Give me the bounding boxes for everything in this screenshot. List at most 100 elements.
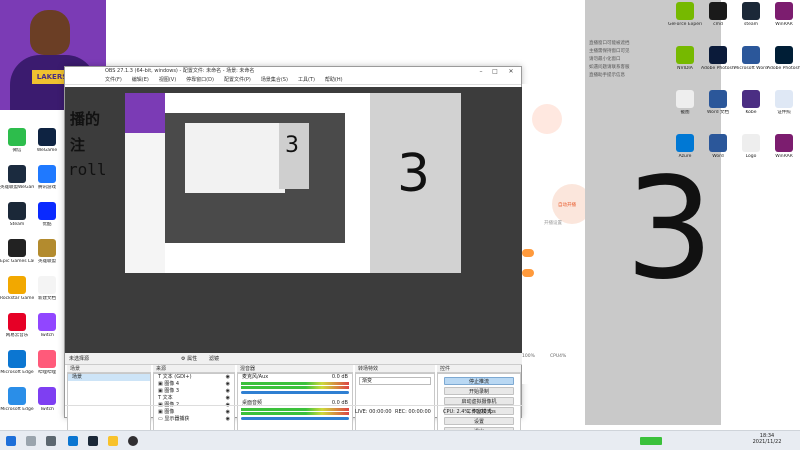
desktop-icon-label: 微信 [12,148,22,153]
auto-live-label[interactable]: 自动开播 [558,202,576,208]
eye-icon[interactable]: ◉ [226,381,230,388]
eye-icon[interactable]: ◉ [226,416,230,423]
volume-slider[interactable] [241,391,349,394]
desktop-icon[interactable]: Logo [734,134,768,159]
app-icon [38,276,56,294]
menu-item[interactable]: 编辑(E) [132,77,149,83]
app-icon [742,134,760,152]
desktop-icon[interactable]: 哔哩哔哩 [30,350,64,375]
desktop-icon[interactable]: Adobe Photoshop [767,46,800,71]
desktop-icon[interactable]: Microsoft Edge [0,350,34,375]
eye-icon[interactable]: ◉ [226,388,230,395]
desktop-icon[interactable]: Kobe [734,90,768,115]
taskview-icon[interactable] [46,436,56,446]
obs-icon[interactable] [128,436,138,446]
notice-line: 主播需保持窗口可见 [589,49,630,54]
chat-tag-1 [522,249,534,257]
chat-stat2: CPU4% [550,354,567,359]
desktop-icon[interactable]: WinRAR [767,134,800,159]
desktop-icon[interactable]: Rockstar Games Launcher [0,276,34,301]
menu-item[interactable]: 工具(T) [298,77,315,83]
volume-slider[interactable] [241,417,349,420]
control-button[interactable]: 设置 [444,417,514,425]
overlay-line2: 注 [70,136,86,154]
desktop-icon[interactable]: Twitch [30,313,64,338]
eye-icon[interactable]: ◉ [226,374,230,381]
obs-preview[interactable]: 3 3 [65,87,523,353]
edge-icon[interactable] [68,436,78,446]
steam-icon[interactable] [88,436,98,446]
obs-title-bar[interactable]: OBS 27.1.3 (64-bit, windows) - 配置文件: 未命名… [65,67,521,76]
desktop-icon[interactable]: WinRAR [767,2,800,27]
desktop-icon[interactable]: Steam [0,202,34,227]
transition-select[interactable]: 渐变 [359,377,431,385]
desktop-icon[interactable]: 英雄联盟 [30,239,64,264]
clock[interactable]: 18:34 2021/11/22 [752,433,782,445]
desktop-icon[interactable]: GeForce Experience [668,2,702,27]
desktop-icon[interactable]: Epic Games Launcher [0,239,34,264]
desktop-icon[interactable]: 网易云音乐 [0,313,34,338]
volume-meter [241,386,349,389]
menu-item[interactable]: 文件(F) [105,77,122,83]
menu-item[interactable]: 停靠窗口(D) [186,77,214,83]
app-icon [742,90,760,108]
desktop-icon-label: Twitch [39,333,55,338]
desktop-icon[interactable]: WeGame [30,128,64,153]
desktop-icon[interactable]: Microsoft Word [734,46,768,71]
control-button[interactable]: 启动虚拟摄像机 [444,397,514,405]
desktop-icon[interactable]: 英雄联盟WeGame [0,165,34,190]
scene-item[interactable]: 场景 [68,374,150,381]
desktop-icon[interactable]: Azure [668,134,702,159]
source-item[interactable]: T 文本 (GDI+) ◉ [154,374,234,381]
source-name: 文本 (GDI+) [162,374,192,380]
desktop-icon[interactable]: cmd [701,2,735,27]
desktop-icon[interactable]: 微信 [0,128,34,153]
desktop-icon-label: Adobe Photoshop [701,66,735,71]
menu-item[interactable]: 帮助(H) [325,77,343,83]
battery-icon[interactable] [640,437,662,445]
preview-canvas: 3 3 [125,93,461,273]
filters-button[interactable]: 滤镜 [209,355,219,362]
app-icon [8,165,26,183]
properties-button[interactable]: ⚙ 属性 [181,355,197,362]
maximize-icon[interactable]: □ [489,67,501,76]
desktop-icon[interactable]: Word [701,134,735,159]
menu-item[interactable]: 视图(V) [159,77,176,83]
source-item[interactable]: ▣ 图像 4 ◉ [154,381,234,388]
desktop-icon[interactable]: NVIDIA [668,46,702,71]
menu-item[interactable]: 场景集合(S) [261,77,288,83]
desktop-icon[interactable]: steam [734,2,768,27]
desktop-icon-label: 英雄联盟WeGame [0,185,34,190]
obs-window[interactable]: OBS 27.1.3 (64-bit, windows) - 配置文件: 未命名… [64,66,523,450]
desktop-icon[interactable]: Adobe Photoshop [701,46,735,71]
desktop-icon[interactable]: 截图 [668,90,702,115]
desktop-icon-label: Logo [745,154,757,159]
source-item[interactable]: ▣ 图像 3 ◉ [154,388,234,395]
live-setting-label[interactable]: 开播设置 [544,220,562,226]
desktop-icon[interactable]: Twitch [30,387,64,412]
control-button[interactable]: 停止推流 [444,377,514,385]
source-item[interactable]: T 文本 ◉ [154,395,234,402]
app-icon [676,46,694,64]
desktop-icon[interactable]: Microsoft Edge [0,387,34,412]
desktop-icon[interactable]: Word 文档 [701,90,735,115]
source-type-icon: ▣ [158,388,163,394]
app-icon [8,387,26,405]
source-item[interactable]: ▭ 显示器捕获 ◉ [154,416,234,423]
notice-line: 直播助手提示信息 [589,73,625,78]
start-icon[interactable] [6,436,16,446]
desktop-icon[interactable]: 腾讯游戏 [30,165,64,190]
close-icon[interactable]: ✕ [505,67,517,76]
control-button[interactable]: 开始录制 [444,387,514,395]
files-icon[interactable] [108,436,118,446]
obs-menu-bar: 文件(F) 编辑(E) 视图(V) 停靠窗口(D) 配置文件(P) 场景集合(S) 工具(T… [65,76,521,85]
eye-icon[interactable]: ◉ [226,395,230,402]
app-icon [775,46,793,64]
desktop-icon[interactable]: 新建文档 [30,276,64,301]
minimize-icon[interactable]: – [475,67,487,76]
search-icon[interactable] [26,436,36,446]
desktop-icon[interactable]: 优酷 [30,202,64,227]
taskbar: 18:34 2021/11/22 [0,430,800,450]
menu-item[interactable]: 配置文件(P) [224,77,251,83]
desktop-icon[interactable]: 证件照 [767,90,800,115]
